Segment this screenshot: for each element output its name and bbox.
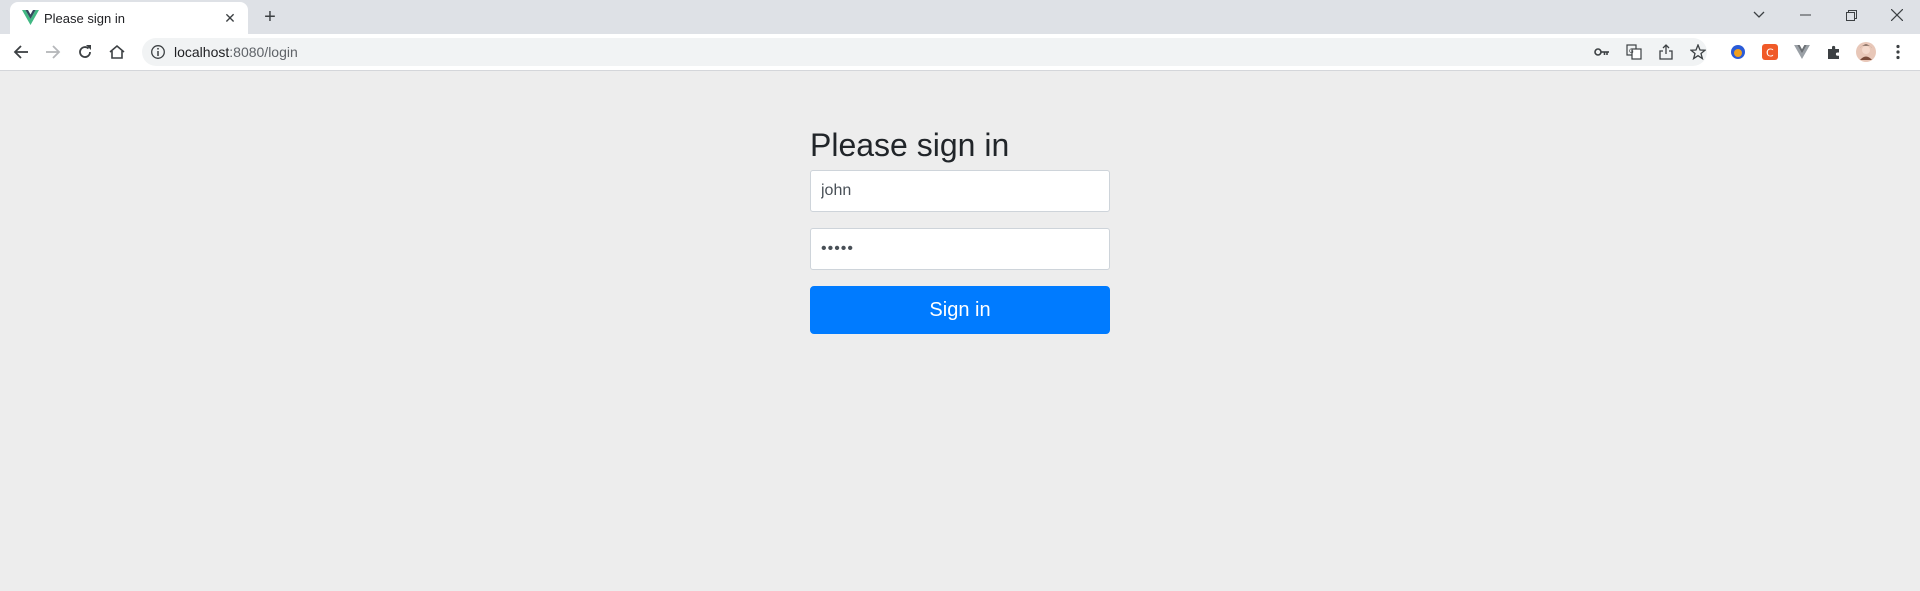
bookmark-star-icon[interactable] xyxy=(1688,42,1708,62)
forward-icon[interactable] xyxy=(41,40,65,64)
url-host: localhost xyxy=(174,44,230,60)
tab-strip: Please sign in ✕ + xyxy=(0,0,1920,34)
close-tab-icon[interactable]: ✕ xyxy=(220,8,240,28)
vue-logo-icon xyxy=(22,10,39,25)
username-input[interactable] xyxy=(810,170,1110,212)
browser-tab[interactable]: Please sign in ✕ xyxy=(10,2,248,34)
reload-icon[interactable] xyxy=(73,40,97,64)
svg-text:C: C xyxy=(1766,47,1774,60)
sign-in-button[interactable]: Sign in xyxy=(810,286,1110,334)
tab-title: Please sign in xyxy=(44,11,125,26)
translate-icon[interactable]: G xyxy=(1624,42,1644,62)
address-bar[interactable]: localhost:8080/login G xyxy=(142,38,1707,66)
extensions-puzzle-icon[interactable] xyxy=(1824,42,1844,62)
back-icon[interactable] xyxy=(9,40,33,64)
browser-toolbar: localhost:8080/login G C xyxy=(0,34,1920,71)
extension-vue-devtools-icon[interactable] xyxy=(1792,42,1812,62)
tab-search-icon[interactable] xyxy=(1736,0,1782,30)
info-icon[interactable] xyxy=(150,44,166,60)
svg-text:G: G xyxy=(1629,48,1634,55)
extension-globe-icon[interactable] xyxy=(1728,42,1748,62)
login-form: Please sign in Sign in xyxy=(810,125,1110,334)
password-key-icon[interactable] xyxy=(1592,42,1612,62)
password-input[interactable] xyxy=(810,228,1110,270)
url-text[interactable]: localhost:8080/login xyxy=(174,44,298,60)
minimize-icon[interactable] xyxy=(1782,0,1828,30)
page-title: Please sign in xyxy=(810,127,1010,163)
restore-icon[interactable] xyxy=(1828,0,1874,30)
profile-avatar[interactable] xyxy=(1856,42,1876,62)
extension-c-icon[interactable]: C xyxy=(1760,42,1780,62)
url-path: :8080/login xyxy=(229,44,298,60)
new-tab-button[interactable]: + xyxy=(258,6,282,28)
close-window-icon[interactable] xyxy=(1874,0,1920,30)
browser-menu-icon[interactable] xyxy=(1888,42,1908,62)
share-icon[interactable] xyxy=(1656,42,1676,62)
home-icon[interactable] xyxy=(105,40,129,64)
